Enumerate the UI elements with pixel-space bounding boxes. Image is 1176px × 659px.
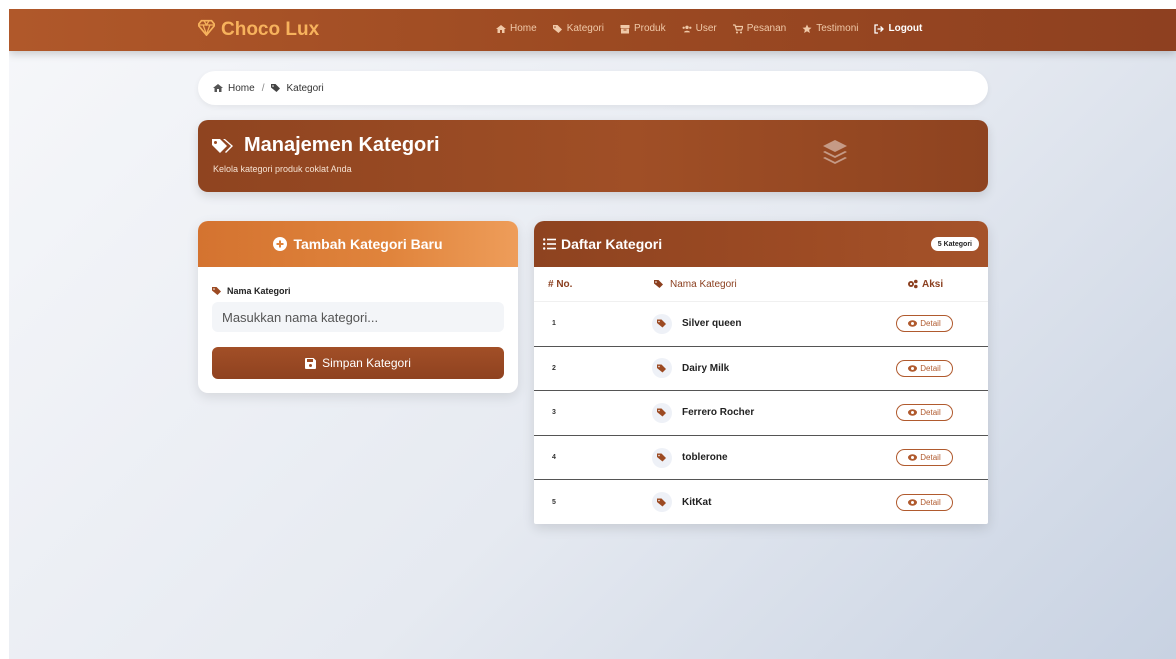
home-icon	[213, 84, 223, 92]
detail-button[interactable]: Detail	[896, 315, 953, 333]
nav-testimoni[interactable]: Testimoni	[802, 23, 858, 34]
category-name: KitKat	[682, 496, 712, 508]
nav-testimoni-label: Testimoni	[816, 23, 859, 34]
column-header-no: # No.	[548, 278, 573, 290]
breadcrumb-home-link[interactable]: Home	[228, 83, 255, 94]
detail-button[interactable]: Detail	[896, 404, 953, 422]
tag-icon	[652, 447, 672, 468]
plus-circle-icon	[273, 237, 288, 251]
category-name-label: Nama Kategori	[212, 286, 291, 296]
nav-logout[interactable]: Logout	[874, 23, 922, 34]
layers-icon	[823, 140, 847, 164]
column-header-action-text: Aksi	[922, 278, 944, 290]
nav-produk[interactable]: Produk	[620, 23, 666, 34]
category-count-badge: 5 Kategori	[930, 237, 979, 251]
eye-icon	[908, 498, 918, 506]
logout-icon	[874, 23, 885, 34]
brand-logo-link[interactable]: Choco Lux	[196, 18, 320, 42]
nav-home-label: Home	[510, 23, 537, 34]
nav-kategori-label: Kategori	[566, 23, 604, 34]
tag-icon	[212, 287, 221, 295]
column-header-name-text: Nama Kategori	[670, 278, 737, 290]
tag-icon	[652, 402, 672, 423]
add-category-title: Tambah Kategori Baru	[293, 236, 443, 252]
tag-icon	[654, 280, 663, 288]
table-row: 2 Dairy Milk Detail	[534, 345, 988, 391]
eye-icon	[908, 320, 918, 327]
breadcrumb-separator: /	[261, 82, 265, 94]
nav-pesanan-label: Pesanan	[746, 23, 787, 34]
page-title-text: Manajemen Kategori	[244, 134, 440, 156]
category-name-input[interactable]	[212, 302, 504, 332]
category-list-title: Daftar Kategori	[561, 236, 663, 252]
nav-home[interactable]: Home	[496, 23, 537, 34]
table-header: # No. Nama Kategori Aksi	[534, 267, 988, 301]
tag-icon	[652, 313, 672, 334]
table-row: 3 Ferrero Rocher Detail	[534, 390, 988, 435]
page-subtitle: Kelola kategori produk coklat Anda	[213, 164, 352, 174]
save-icon	[305, 357, 317, 369]
gem-icon	[196, 19, 217, 42]
save-category-button[interactable]: Simpan Kategori	[212, 347, 504, 379]
page-background: Choco Lux Home Kategori Produk User Pesa…	[9, 9, 1176, 659]
add-category-card: Tambah Kategori Baru Nama Kategori Simpa…	[198, 221, 518, 393]
save-category-label: Simpan Kategori	[322, 356, 411, 370]
page-title: Manajemen Kategori	[212, 134, 440, 157]
eye-icon	[908, 409, 918, 417]
list-icon	[543, 238, 556, 250]
row-number: 3	[552, 409, 556, 417]
eye-icon	[908, 365, 918, 372]
row-number: 4	[552, 454, 556, 462]
column-header-action: Aksi	[907, 279, 943, 290]
category-name: toblerone	[682, 452, 728, 464]
cogs-icon	[908, 279, 918, 289]
detail-button[interactable]: Detail	[896, 449, 953, 467]
tags-icon	[212, 138, 233, 153]
nav-user-label: User	[695, 23, 717, 34]
add-category-header: Tambah Kategori Baru	[198, 221, 518, 267]
brand-name: Choco Lux	[221, 19, 320, 40]
category-name: Ferrero Rocher	[682, 407, 755, 419]
cart-icon	[732, 23, 743, 33]
detail-button-label: Detail	[920, 497, 941, 507]
nav-kategori[interactable]: Kategori	[552, 23, 604, 34]
navbar: Choco Lux Home Kategori Produk User Pesa…	[9, 9, 1176, 51]
detail-button-label: Detail	[920, 319, 941, 329]
box-icon	[620, 24, 630, 33]
category-name: Silver queen	[682, 318, 742, 330]
table-row: 4 toblerone Detail	[534, 434, 988, 480]
detail-button-label: Detail	[920, 363, 941, 373]
row-number: 1	[552, 320, 556, 328]
nav-produk-label: Produk	[633, 23, 666, 34]
nav-user[interactable]: User	[682, 23, 717, 34]
breadcrumb-current: Kategori	[286, 82, 324, 94]
breadcrumb: Home / Kategori	[198, 71, 988, 105]
nav-pesanan[interactable]: Pesanan	[732, 23, 787, 34]
category-name: Dairy Milk	[682, 362, 730, 374]
page-header-banner: Manajemen Kategori Kelola kategori produ…	[198, 120, 988, 192]
detail-button[interactable]: Detail	[896, 493, 953, 511]
home-icon	[496, 24, 506, 33]
row-number: 2	[552, 364, 556, 372]
star-icon	[802, 24, 812, 33]
detail-button-label: Detail	[920, 453, 941, 463]
tags-icon	[552, 24, 562, 33]
category-name-label-text: Nama Kategori	[227, 286, 291, 296]
users-icon	[682, 25, 692, 32]
column-header-name: Nama Kategori	[654, 279, 737, 290]
nav-logout-label: Logout	[888, 23, 923, 34]
category-list-header: Daftar Kategori 5 Kategori	[534, 221, 988, 267]
table-row: 5 KitKat Detail	[534, 479, 988, 524]
tag-icon	[652, 492, 672, 513]
row-number: 5	[552, 498, 556, 506]
tag-icon	[652, 358, 672, 379]
nav-menu: Home Kategori Produk User Pesanan Testim…	[496, 23, 922, 34]
detail-button[interactable]: Detail	[896, 359, 953, 377]
tags-icon	[271, 84, 281, 92]
category-list-card: Daftar Kategori 5 Kategori # No. Nama Ka…	[534, 221, 988, 524]
eye-icon	[908, 454, 918, 461]
table-row: 1 Silver queen Detail	[534, 301, 988, 346]
category-table-body: 1 Silver queen Detail 2 Dairy Milk Detai…	[534, 301, 988, 524]
detail-button-label: Detail	[920, 408, 941, 418]
